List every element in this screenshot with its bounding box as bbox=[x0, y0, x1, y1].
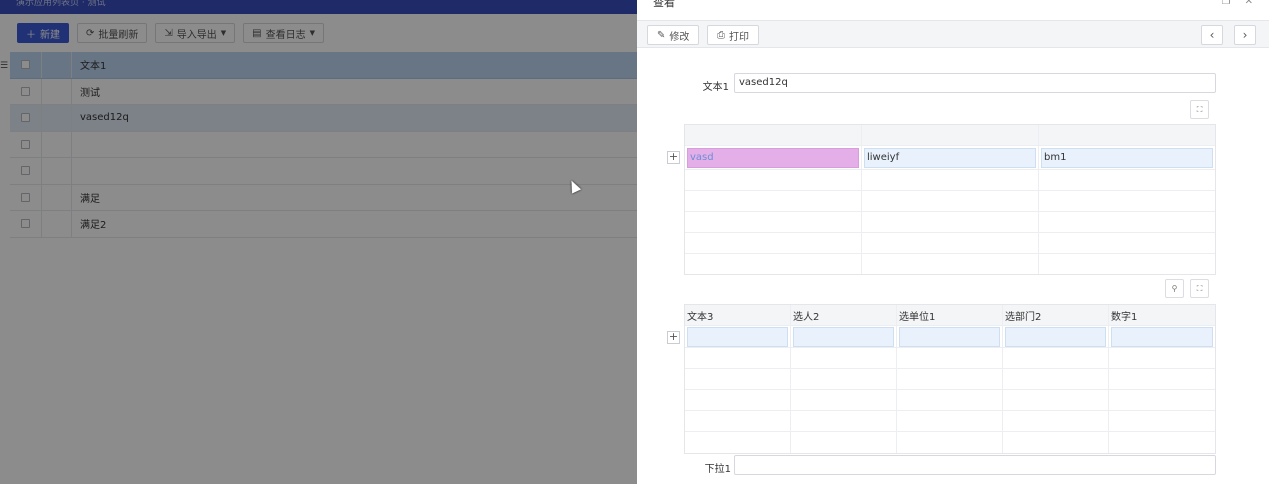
subtable-2-header-cell: 数字1 bbox=[1111, 311, 1138, 323]
subtable-2-empty-row bbox=[685, 348, 1215, 369]
subtable-2-header: 文本3 选人2 选单位1 选部门2 数字1 bbox=[685, 305, 1215, 326]
subtable-2-input[interactable] bbox=[1005, 326, 1106, 347]
print-button-label: 打印 bbox=[729, 31, 749, 43]
close-icon[interactable]: ✕ bbox=[1245, 0, 1253, 7]
fullscreen-icon[interactable]: ⛶ bbox=[1190, 279, 1209, 298]
subtable-2-cell bbox=[791, 326, 897, 347]
subtable-1: vasd liweiyf bm1 bbox=[684, 124, 1216, 275]
subtable-1-header-cell bbox=[1039, 125, 1215, 145]
chevron-right-icon: › bbox=[1242, 28, 1248, 42]
window-controls: ❐ ✕ bbox=[1222, 0, 1253, 7]
subtable-2-input[interactable] bbox=[1111, 326, 1213, 347]
subtable-2-add-row-button[interactable]: + bbox=[667, 331, 680, 344]
subtable-1-cell: bm1 bbox=[1039, 146, 1215, 169]
detail-drawer: 查看 ❐ ✕ ✎ 修改 ⎙ 打印 ‹ › 文本1 vased12q ⛶ vasd… bbox=[637, 0, 1269, 484]
subtable-1-empty-row bbox=[685, 212, 1215, 233]
subtable-1-empty-row bbox=[685, 233, 1215, 254]
field-dropdown1-label: 下拉1 bbox=[704, 464, 731, 475]
edit-button[interactable]: ✎ 修改 bbox=[647, 25, 700, 45]
subtable-2-empty-row bbox=[685, 369, 1215, 390]
chevron-left-icon: ‹ bbox=[1209, 28, 1215, 42]
subtable-1-header bbox=[685, 125, 1215, 146]
subtable-2-cell bbox=[685, 326, 791, 347]
subtable-2-cell bbox=[1109, 326, 1215, 347]
field-text1-label: 文本1 bbox=[702, 82, 729, 93]
subtable-1-empty-row bbox=[685, 191, 1215, 212]
subtable-2-header-cell: 选单位1 bbox=[897, 305, 1003, 325]
subtable-2-input[interactable] bbox=[899, 326, 1000, 347]
field-text1-input[interactable]: vased12q bbox=[734, 73, 1216, 93]
subtable-2-cell bbox=[1003, 326, 1109, 347]
fullscreen-icon[interactable]: ⛶ bbox=[1190, 100, 1209, 119]
subtable-1-empty-row bbox=[685, 254, 1215, 274]
field-dropdown1-select[interactable] bbox=[734, 455, 1216, 475]
list-page: 演示应用列表页 · 测试 ＋ 新建 ⟳ 批量刷新 ⇲ 导入导出 ▼ ▤ 查看日志… bbox=[0, 0, 637, 484]
subtable-2-header-cell: 选人2 bbox=[791, 305, 897, 325]
subtable-1-input[interactable]: bm1 bbox=[1041, 147, 1213, 168]
subtable-1-cell: liweiyf bbox=[862, 146, 1039, 169]
maximize-icon[interactable]: ❐ bbox=[1222, 0, 1231, 7]
subtable-1-input[interactable]: vasd bbox=[687, 147, 859, 168]
subtable-2-row bbox=[685, 326, 1215, 348]
drawer-title: 查看 bbox=[653, 0, 675, 9]
subtable-1-header-cell bbox=[685, 125, 862, 145]
subtable-1-add-row-button[interactable]: + bbox=[667, 151, 680, 164]
next-record-button[interactable]: › bbox=[1234, 25, 1256, 45]
drawer-title-row: 查看 ❐ ✕ bbox=[637, 0, 1269, 14]
subtable-1-input[interactable]: liweiyf bbox=[864, 147, 1036, 168]
pencil-icon: ✎ bbox=[657, 29, 666, 41]
subtable-2-empty-row bbox=[685, 411, 1215, 432]
subtable-1-empty-row bbox=[685, 170, 1215, 191]
modal-overlay[interactable] bbox=[0, 0, 637, 484]
filter-icon[interactable]: ⚲ bbox=[1165, 279, 1184, 298]
subtable-1-cell: vasd bbox=[685, 146, 862, 169]
edit-button-label: 修改 bbox=[669, 31, 690, 43]
subtable-2: 文本3 选人2 选单位1 选部门2 数字1 bbox=[684, 304, 1216, 454]
subtable-2-input[interactable] bbox=[793, 326, 894, 347]
subtable-2-empty-row bbox=[685, 432, 1215, 453]
subtable-1-row: vasd liweiyf bm1 bbox=[685, 146, 1215, 170]
printer-icon: ⎙ bbox=[717, 29, 725, 41]
subtable-2-header-cell: 选部门2 bbox=[1003, 305, 1109, 325]
subtable-2-empty-row bbox=[685, 390, 1215, 411]
print-button[interactable]: ⎙ 打印 bbox=[707, 25, 759, 45]
subtable-2-input[interactable] bbox=[687, 326, 788, 347]
prev-record-button[interactable]: ‹ bbox=[1201, 25, 1223, 45]
subtable-2-cell bbox=[897, 326, 1003, 347]
subtable-2-header-cell: 文本3 bbox=[685, 305, 791, 325]
drawer-toolbar: ✎ 修改 ⎙ 打印 ‹ › bbox=[637, 20, 1269, 48]
subtable-1-header-cell bbox=[862, 125, 1039, 145]
